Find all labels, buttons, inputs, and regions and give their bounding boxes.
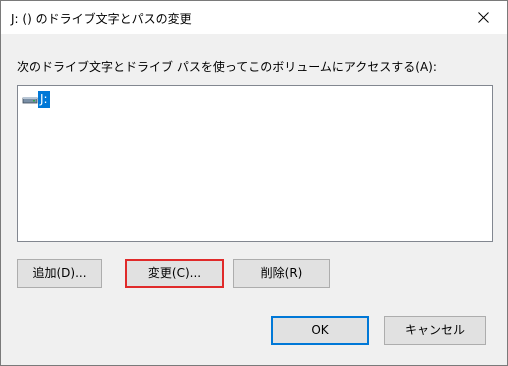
instruction-label: 次のドライブ文字とドライブ パスを使ってこのボリュームにアクセスする(A): xyxy=(17,60,437,74)
title-bar: J: () のドライブ文字とパスの変更 xyxy=(1,1,507,34)
close-button[interactable] xyxy=(461,1,507,34)
dialog-window: J: () のドライブ文字とパスの変更 次のドライブ文字とドライブ パスを使って… xyxy=(0,0,508,366)
list-item-drive-j[interactable]: J: xyxy=(22,90,50,108)
drive-path-list[interactable]: J: xyxy=(17,85,493,242)
drive-icon xyxy=(22,92,38,106)
ok-button[interactable]: OK xyxy=(271,316,369,345)
list-item-label: J: xyxy=(38,90,50,108)
close-icon xyxy=(478,12,489,23)
remove-button[interactable]: 削除(R) xyxy=(233,259,330,288)
add-button[interactable]: 追加(D)... xyxy=(17,259,102,288)
change-button[interactable]: 変更(C)... xyxy=(125,259,224,288)
cancel-button[interactable]: キャンセル xyxy=(384,316,486,345)
window-title: J: () のドライブ文字とパスの変更 xyxy=(11,12,192,26)
